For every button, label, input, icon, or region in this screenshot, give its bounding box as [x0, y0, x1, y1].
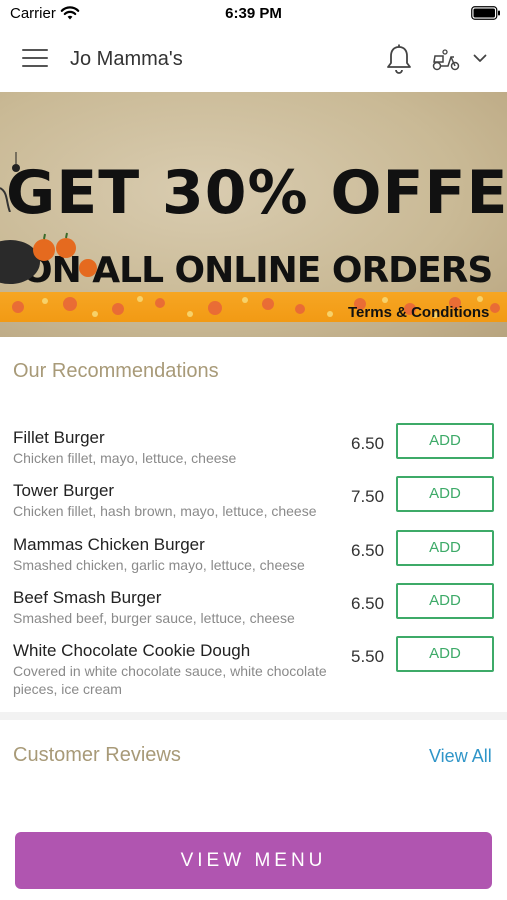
status-bar: Carrier 6:39 PM — [0, 0, 507, 28]
item-description: Chicken fillet, hash brown, mayo, lettuc… — [13, 503, 317, 519]
battery-icon — [471, 6, 500, 20]
view-menu-button[interactable]: VIEW MENU — [15, 832, 492, 889]
reviews-title: Customer Reviews — [13, 744, 181, 766]
menu-icon[interactable] — [22, 49, 48, 71]
item-price: 7.50 — [351, 487, 385, 506]
item-name: White Chocolate Cookie Dough — [13, 641, 251, 660]
add-button[interactable]: ADD — [396, 423, 494, 459]
bell-icon[interactable] — [384, 43, 414, 75]
chevron-down-icon[interactable] — [473, 54, 487, 63]
item-name: Beef Smash Burger — [13, 588, 162, 607]
app-header: Jo Mamma's — [0, 28, 507, 92]
pumpkin-icon — [0, 232, 97, 284]
item-price: 6.50 — [351, 541, 385, 560]
item-description: Chicken fillet, mayo, lettuce, cheese — [13, 450, 237, 466]
add-button[interactable]: ADD — [396, 583, 494, 619]
promo-banner[interactable]: GET 30% OFFER ON ALL ONLINE ORDERS Terms… — [0, 92, 507, 337]
item-name: Fillet Burger — [13, 428, 105, 447]
item-price: 5.50 — [351, 647, 385, 666]
view-all-link[interactable]: View All — [429, 746, 492, 767]
item-price: 6.50 — [351, 594, 385, 613]
item-name: Mammas Chicken Burger — [13, 535, 205, 554]
item-description: Covered in white chocolate sauce, white … — [13, 663, 327, 697]
add-button[interactable]: ADD — [396, 530, 494, 566]
banner-terms: Terms & Conditions — [348, 304, 490, 321]
item-description: Smashed chicken, garlic mayo, lettuce, c… — [13, 557, 305, 573]
recommendations-title: Our Recommendations — [13, 360, 219, 382]
status-time: 6:39 PM — [225, 5, 282, 22]
banner-headline: GET 30% OFFER — [6, 158, 507, 228]
add-button[interactable]: ADD — [396, 476, 494, 512]
item-description: Smashed beef, burger sauce, lettuce, che… — [13, 610, 295, 626]
item-price: 6.50 — [351, 434, 385, 453]
page-title: Jo Mamma's — [70, 48, 183, 70]
scooter-icon[interactable] — [431, 48, 461, 72]
section-divider — [0, 712, 507, 720]
item-name: Tower Burger — [13, 481, 115, 500]
add-button[interactable]: ADD — [396, 636, 494, 672]
